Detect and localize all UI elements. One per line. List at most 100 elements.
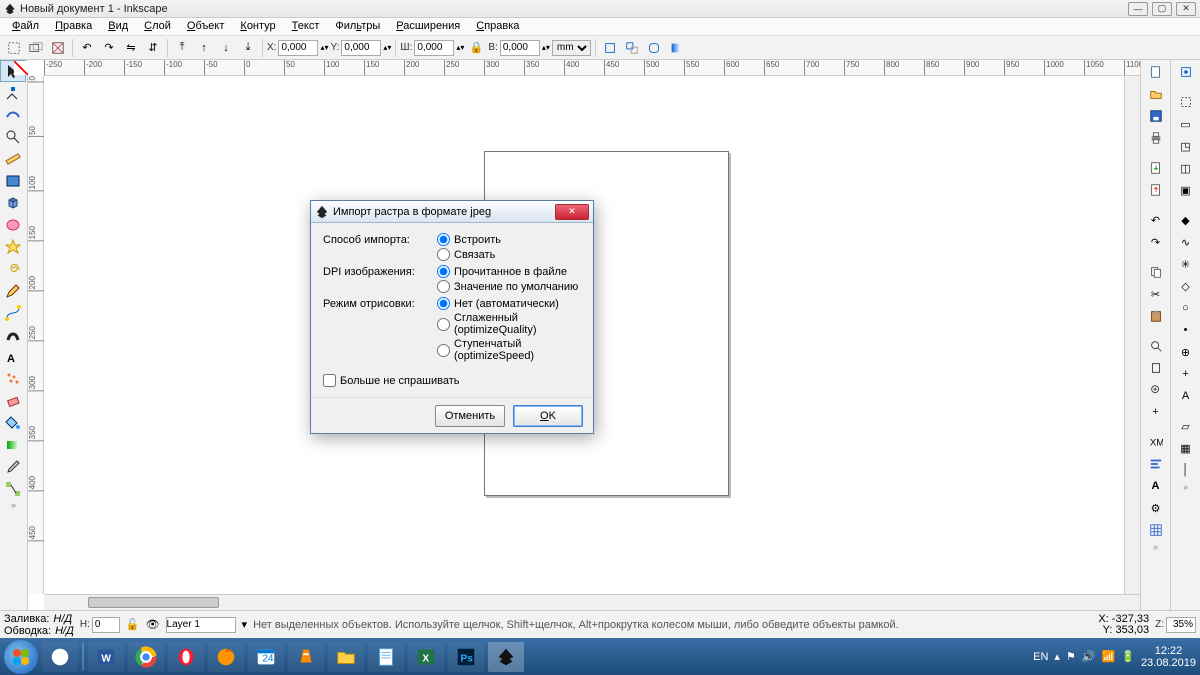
snap-path[interactable]: ∿ [1175,232,1197,252]
tray-battery-icon[interactable]: 🔋 [1121,650,1135,663]
taskbar-chrome[interactable] [128,642,164,672]
menu-path[interactable]: Контур [232,18,283,35]
snap-more[interactable]: » [1183,482,1188,496]
menu-file[interactable]: Файл [4,18,47,35]
snap-guide[interactable]: │ [1175,460,1197,480]
h-input[interactable] [500,40,540,56]
tool-pencil[interactable] [0,280,26,302]
tray-flag-icon[interactable]: ⚑ [1066,650,1076,663]
snap-cusp[interactable]: ◇ [1175,276,1197,296]
taskbar-photoshop[interactable]: Ps [448,642,484,672]
start-button[interactable] [4,640,38,674]
copy-button[interactable] [1145,262,1167,282]
unit-select[interactable]: mm [552,40,591,56]
taskbar-vlc[interactable] [288,642,324,672]
rotate-ccw-button[interactable]: ↶ [77,38,97,58]
taskbar-inkscape[interactable] [488,642,524,672]
commands-more[interactable]: » [1153,542,1158,556]
raise-button[interactable]: ↑ [194,38,214,58]
tool-dropper[interactable] [0,456,26,478]
snap-bbox[interactable] [1175,92,1197,112]
tray-up-icon[interactable]: ▴ [1054,650,1060,663]
taskbar-word[interactable]: W [88,642,124,672]
duplicate-button[interactable]: + [1145,402,1167,422]
text-props-button[interactable]: A [1145,476,1167,496]
print-button[interactable] [1145,128,1167,148]
grid-button[interactable] [1145,520,1167,540]
w-input[interactable] [414,40,454,56]
snap-bbox-mid[interactable]: ◫ [1175,158,1197,178]
import-button[interactable] [1145,158,1167,178]
y-input[interactable] [341,40,381,56]
snap-bbox-edge[interactable]: ▭ [1175,114,1197,134]
tool-spray[interactable] [0,368,26,390]
lower-button[interactable]: ↓ [216,38,236,58]
close-button[interactable]: ✕ [1176,2,1196,16]
tool-measure[interactable] [0,148,26,170]
align-button[interactable] [1145,454,1167,474]
snap-intersect[interactable]: ✳ [1175,254,1197,274]
tool-zoom[interactable] [0,126,26,148]
render-quality-radio[interactable]: Сглаженный (optimizeQuality) [437,312,581,336]
paste-button[interactable] [1145,306,1167,326]
tray-volume-icon[interactable]: 🔊 [1082,650,1096,663]
tool-3dbox[interactable] [0,192,26,214]
menu-object[interactable]: Объект [179,18,232,35]
raise-top-button[interactable]: ⤒ [172,38,192,58]
undo-button[interactable]: ↶ [1145,210,1167,230]
snap-midpoint[interactable]: • [1175,320,1197,340]
taskbar-yandex[interactable] [42,642,78,672]
layer-lock-icon[interactable]: 🔓 [126,618,140,631]
menu-extensions[interactable]: Расширения [388,18,468,35]
snap-grid[interactable]: ▦ [1175,438,1197,458]
open-button[interactable] [1145,84,1167,104]
x-input[interactable] [278,40,318,56]
tool-gradient[interactable] [0,434,26,456]
zoom-page-button[interactable] [1145,358,1167,378]
tool-connector[interactable] [0,478,26,500]
menu-edit[interactable]: Правка [47,18,100,35]
opacity-input[interactable] [92,617,120,633]
prefs-button[interactable]: ⚙ [1145,498,1167,518]
tool-bucket[interactable] [0,412,26,434]
snap-nodes[interactable]: ◆ [1175,210,1197,230]
zoom-input[interactable] [1166,617,1196,633]
dont-ask-checkbox[interactable]: Больше не спрашивать [323,374,581,387]
snap-page[interactable]: ▱ [1175,416,1197,436]
tool-node[interactable] [0,82,26,104]
taskbar-excel[interactable]: X [408,642,444,672]
dpi-default-radio[interactable]: Значение по умолчанию [437,280,581,293]
menu-layer[interactable]: Слой [136,18,179,35]
menu-view[interactable]: Вид [100,18,136,35]
rotate-cw-button[interactable]: ↷ [99,38,119,58]
swatch-none[interactable] [14,61,28,75]
tray-clock[interactable]: 12:22 23.08.2019 [1141,645,1196,669]
scrollbar-horizontal[interactable] [44,594,1140,610]
snap-text[interactable]: A [1175,386,1197,406]
taskbar-notepad[interactable] [368,642,404,672]
tool-spiral[interactable] [0,258,26,280]
menu-filters[interactable]: Фильтры [327,18,388,35]
tool-ellipse[interactable] [0,214,26,236]
tool-tweak[interactable] [0,104,26,126]
zoom-fit-button[interactable] [1145,336,1167,356]
import-link-radio[interactable]: Связать [437,248,581,261]
snap-toggle[interactable] [1175,62,1197,82]
cut-button[interactable]: ✂ [1145,284,1167,304]
save-button[interactable] [1145,106,1167,126]
tool-rect[interactable] [0,170,26,192]
lock-ratio-button[interactable]: 🔒 [466,38,486,58]
tool-calligraphy[interactable] [0,324,26,346]
fill-value[interactable]: Н/Д [53,613,72,625]
taskbar-opera[interactable] [168,642,204,672]
snap-bbox-center[interactable]: ▣ [1175,180,1197,200]
render-speed-radio[interactable]: Ступенчатый (optimizeSpeed) [437,338,581,362]
scrollbar-vertical[interactable] [1124,76,1140,594]
tool-bezier[interactable] [0,302,26,324]
tool-text[interactable]: A [0,346,26,368]
tray-lang[interactable]: EN [1033,651,1048,663]
zoom-drawing-button[interactable] [1145,380,1167,400]
layer-visible-icon[interactable]: 👁 [146,618,160,631]
toolbox-more[interactable]: » [0,500,27,514]
import-embed-radio[interactable]: Встроить [437,233,581,246]
